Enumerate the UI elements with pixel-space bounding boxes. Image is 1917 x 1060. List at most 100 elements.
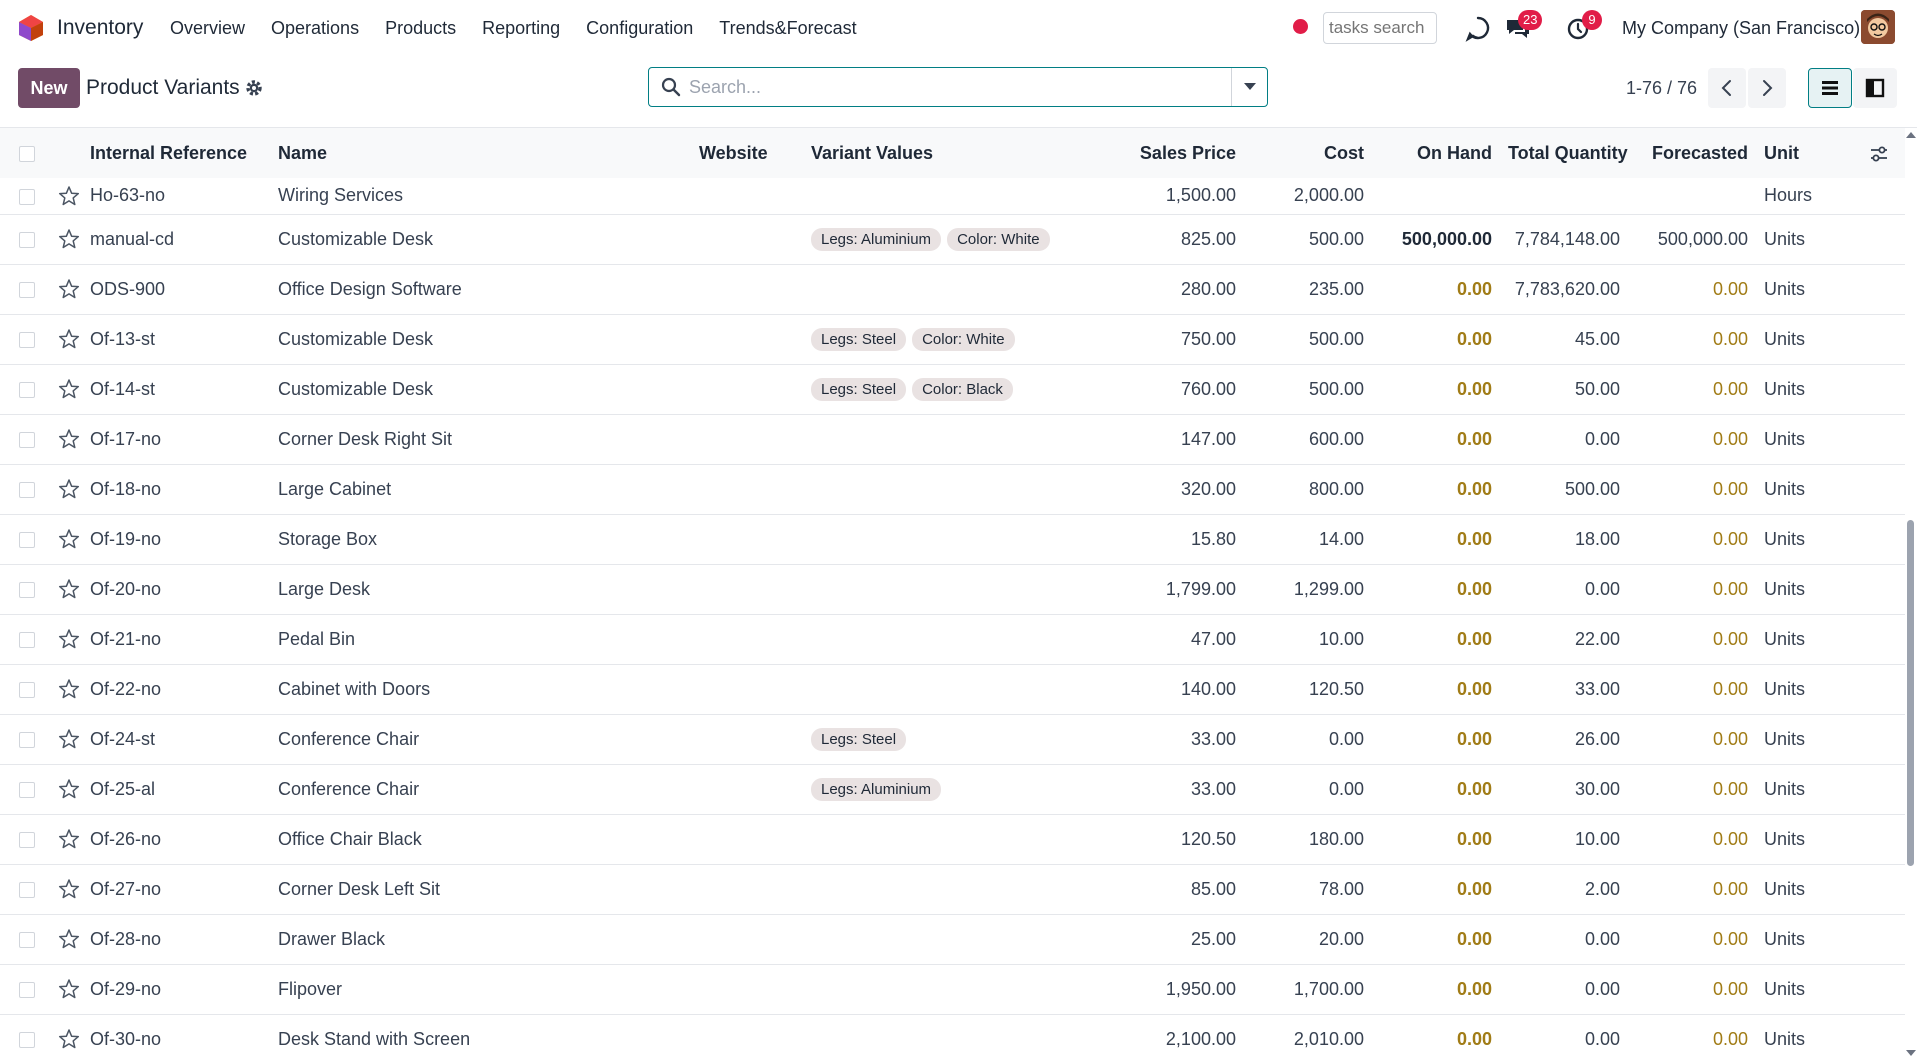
column-settings-cell[interactable] <box>1861 128 1905 178</box>
table-row[interactable]: Of-27-no Corner Desk Left Sit 85.00 78.00 0.… <box>0 864 1905 914</box>
table-row[interactable]: Of-25-al Conference Chair Legs: Aluminium 3… <box>0 764 1905 814</box>
favorite-cell[interactable] <box>54 514 90 564</box>
header-variant-values[interactable]: Variant Values <box>803 128 1103 178</box>
activities-button[interactable]: 9 <box>1566 10 1602 42</box>
row-select-cell[interactable] <box>0 914 54 964</box>
star-icon[interactable] <box>58 378 80 400</box>
favorite-cell[interactable] <box>54 764 90 814</box>
row-select-cell[interactable] <box>0 864 54 914</box>
row-select-cell[interactable] <box>0 364 54 414</box>
star-icon[interactable] <box>58 928 80 950</box>
discuss-icon[interactable] <box>1464 14 1492 42</box>
menu-reporting[interactable]: Reporting <box>482 18 560 39</box>
row-select-cell[interactable] <box>0 664 54 714</box>
pager-previous-button[interactable] <box>1708 68 1746 108</box>
star-icon[interactable] <box>58 978 80 1000</box>
row-select-cell[interactable] <box>0 414 54 464</box>
kanban-view-button[interactable] <box>1853 68 1897 108</box>
scroll-up-arrow-icon[interactable] <box>1906 132 1916 138</box>
star-icon[interactable] <box>58 328 80 350</box>
table-row[interactable]: Of-14-st Customizable Desk Legs: Steel Colo… <box>0 364 1905 414</box>
row-checkbox[interactable] <box>19 881 35 898</box>
row-select-cell[interactable] <box>0 1014 54 1060</box>
star-icon[interactable] <box>58 528 80 550</box>
table-row[interactable]: ODS-900 Office Design Software 280.00 235.0… <box>0 264 1905 314</box>
row-checkbox[interactable] <box>19 481 35 498</box>
table-row[interactable]: Of-26-no Office Chair Black 120.50 180.00 0.… <box>0 814 1905 864</box>
star-icon[interactable] <box>58 1028 80 1050</box>
table-row[interactable]: Ho-63-no Wiring Services 1,500.00 2,000.00 H… <box>0 178 1905 214</box>
table-row[interactable]: manual-cd Customizable Desk Legs: Aluminiu… <box>0 214 1905 264</box>
table-row[interactable]: Of-18-no Large Cabinet 320.00 800.00 0.00 500… <box>0 464 1905 514</box>
star-icon[interactable] <box>58 578 80 600</box>
row-checkbox[interactable] <box>19 331 35 348</box>
row-checkbox[interactable] <box>19 581 35 598</box>
header-unit[interactable]: Unit <box>1756 128 1861 178</box>
favorite-cell[interactable] <box>54 178 90 214</box>
star-icon[interactable] <box>58 828 80 850</box>
table-row[interactable]: Of-20-no Large Desk 1,799.00 1,299.00 0.00 0.… <box>0 564 1905 614</box>
menu-overview[interactable]: Overview <box>170 18 245 39</box>
header-total-quantity[interactable]: Total Quantity <box>1500 128 1628 178</box>
favorite-cell[interactable] <box>54 814 90 864</box>
tasks-search-input[interactable] <box>1323 12 1437 44</box>
star-icon[interactable] <box>58 878 80 900</box>
favorite-cell[interactable] <box>54 614 90 664</box>
row-checkbox[interactable] <box>19 1031 35 1048</box>
row-select-cell[interactable] <box>0 514 54 564</box>
star-icon[interactable] <box>58 778 80 800</box>
row-checkbox[interactable] <box>19 631 35 648</box>
list-view-button[interactable] <box>1808 68 1852 108</box>
favorite-cell[interactable] <box>54 264 90 314</box>
menu-operations[interactable]: Operations <box>271 18 359 39</box>
row-checkbox[interactable] <box>19 681 35 698</box>
row-select-cell[interactable] <box>0 764 54 814</box>
star-icon[interactable] <box>58 628 80 650</box>
favorite-cell[interactable] <box>54 864 90 914</box>
header-sales-price[interactable]: Sales Price <box>1103 128 1244 178</box>
table-row[interactable]: Of-21-no Pedal Bin 47.00 10.00 0.00 22.00 0.00… <box>0 614 1905 664</box>
scrollbar-thumb[interactable] <box>1907 520 1914 866</box>
star-icon[interactable] <box>58 228 80 250</box>
favorite-cell[interactable] <box>54 464 90 514</box>
row-select-cell[interactable] <box>0 964 54 1014</box>
row-select-cell[interactable] <box>0 564 54 614</box>
row-select-cell[interactable] <box>0 464 54 514</box>
header-name[interactable]: Name <box>270 128 691 178</box>
select-all-cell[interactable] <box>0 128 54 178</box>
header-website[interactable]: Website <box>691 128 803 178</box>
favorite-cell[interactable] <box>54 564 90 614</box>
app-name[interactable]: Inventory <box>57 16 143 40</box>
pager-value[interactable]: 1-76 / 76 <box>1626 78 1697 99</box>
record-dot-icon[interactable] <box>1293 19 1308 34</box>
star-icon[interactable] <box>58 185 80 207</box>
header-forecasted[interactable]: Forecasted <box>1628 128 1756 178</box>
row-checkbox[interactable] <box>19 531 35 548</box>
star-icon[interactable] <box>58 278 80 300</box>
odoo-logo-icon[interactable] <box>18 14 44 42</box>
column-settings-icon[interactable] <box>1869 144 1889 164</box>
row-select-cell[interactable] <box>0 714 54 764</box>
row-select-cell[interactable] <box>0 314 54 364</box>
row-checkbox[interactable] <box>19 188 35 205</box>
table-row[interactable]: Of-22-no Cabinet with Doors 140.00 120.50 0.… <box>0 664 1905 714</box>
row-select-cell[interactable] <box>0 214 54 264</box>
table-row[interactable]: Of-29-no Flipover 1,950.00 1,700.00 0.00 0.00… <box>0 964 1905 1014</box>
table-row[interactable]: Of-28-no Drawer Black 25.00 20.00 0.00 0.00 0.… <box>0 914 1905 964</box>
row-select-cell[interactable] <box>0 178 54 214</box>
menu-trends-forecast[interactable]: Trends&Forecast <box>719 18 856 39</box>
row-checkbox[interactable] <box>19 381 35 398</box>
favorite-cell[interactable] <box>54 364 90 414</box>
header-internal-reference[interactable]: Internal Reference <box>90 128 270 178</box>
table-row[interactable]: Of-30-no Desk Stand with Screen 2,100.00 2,… <box>0 1014 1905 1060</box>
star-icon[interactable] <box>58 478 80 500</box>
select-all-checkbox[interactable] <box>19 145 35 162</box>
star-icon[interactable] <box>58 428 80 450</box>
vertical-scrollbar[interactable] <box>1905 128 1917 1060</box>
star-icon[interactable] <box>58 678 80 700</box>
row-select-cell[interactable] <box>0 814 54 864</box>
favorite-cell[interactable] <box>54 664 90 714</box>
favorite-cell[interactable] <box>54 414 90 464</box>
scroll-down-arrow-icon[interactable] <box>1906 1050 1916 1056</box>
favorite-cell[interactable] <box>54 214 90 264</box>
